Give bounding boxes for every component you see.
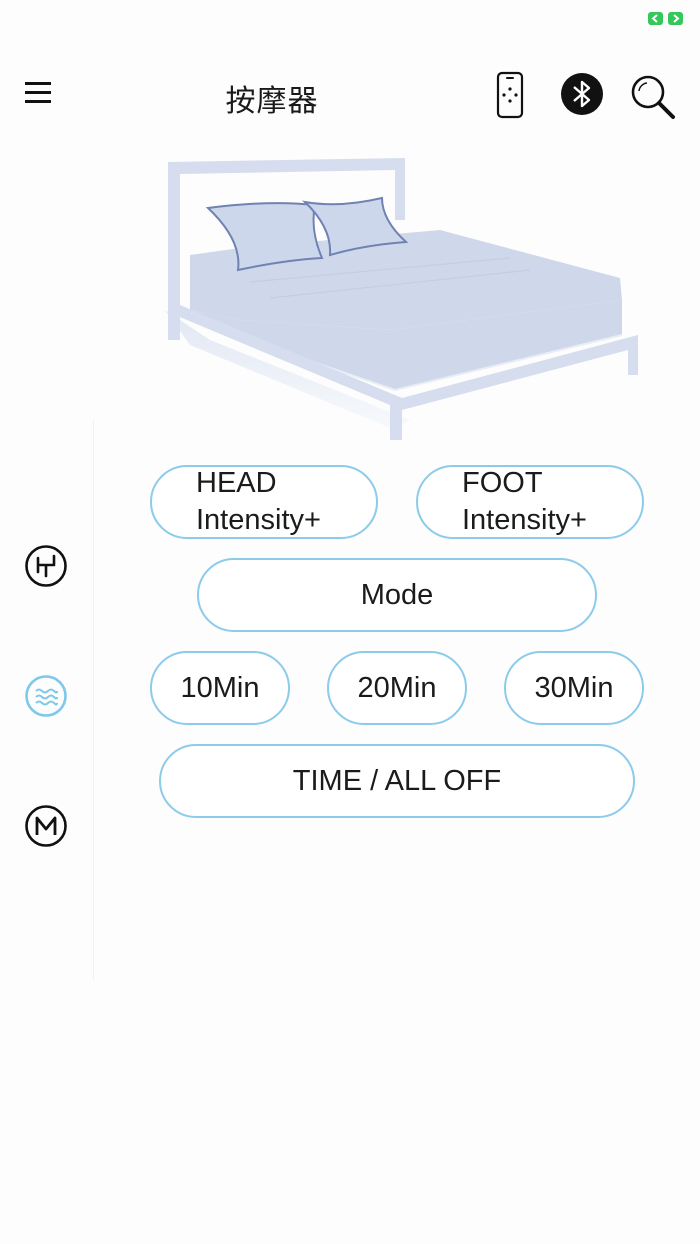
mode-button[interactable]: Mode [197, 558, 597, 632]
wave-massage-icon[interactable] [24, 674, 68, 718]
timer-30-label: 30Min [534, 671, 614, 704]
search-icon[interactable] [628, 72, 678, 122]
side-rail [0, 420, 94, 980]
timer-20-label: 20Min [357, 671, 437, 704]
timer-20-button[interactable]: 20Min [327, 651, 467, 725]
foot-intensity-line1: FOOT [462, 467, 543, 499]
massager-screen: 按摩器 HEAD Intensity+ FOOT Intensity+ Mode… [0, 0, 700, 1244]
intensity-mode-icon[interactable] [24, 544, 68, 588]
all-off-label: TIME / ALL OFF [292, 764, 502, 797]
head-intensity-button[interactable]: HEAD Intensity+ [150, 465, 378, 539]
timer-10-label: 10Min [180, 671, 260, 704]
bluetooth-icon[interactable] [560, 72, 604, 116]
foot-intensity-line2: Intensity+ [462, 504, 587, 536]
all-off-button[interactable]: TIME / ALL OFF [159, 744, 635, 818]
status-badge [648, 12, 683, 25]
foot-intensity-button[interactable]: FOOT Intensity+ [416, 465, 644, 539]
hamburger-menu-icon[interactable] [22, 78, 54, 108]
head-intensity-line2: Intensity+ [196, 504, 321, 536]
bed-illustration [165, 158, 638, 440]
page-title: 按摩器 [225, 84, 319, 119]
app-header: 按摩器 [0, 60, 700, 132]
head-intensity-line1: HEAD [196, 467, 277, 499]
memory-m-icon[interactable] [24, 804, 68, 848]
mode-label: Mode [360, 578, 434, 611]
timer-30-button[interactable]: 30Min [504, 651, 644, 725]
phone-remote-icon[interactable] [493, 70, 527, 120]
timer-10-button[interactable]: 10Min [150, 651, 290, 725]
